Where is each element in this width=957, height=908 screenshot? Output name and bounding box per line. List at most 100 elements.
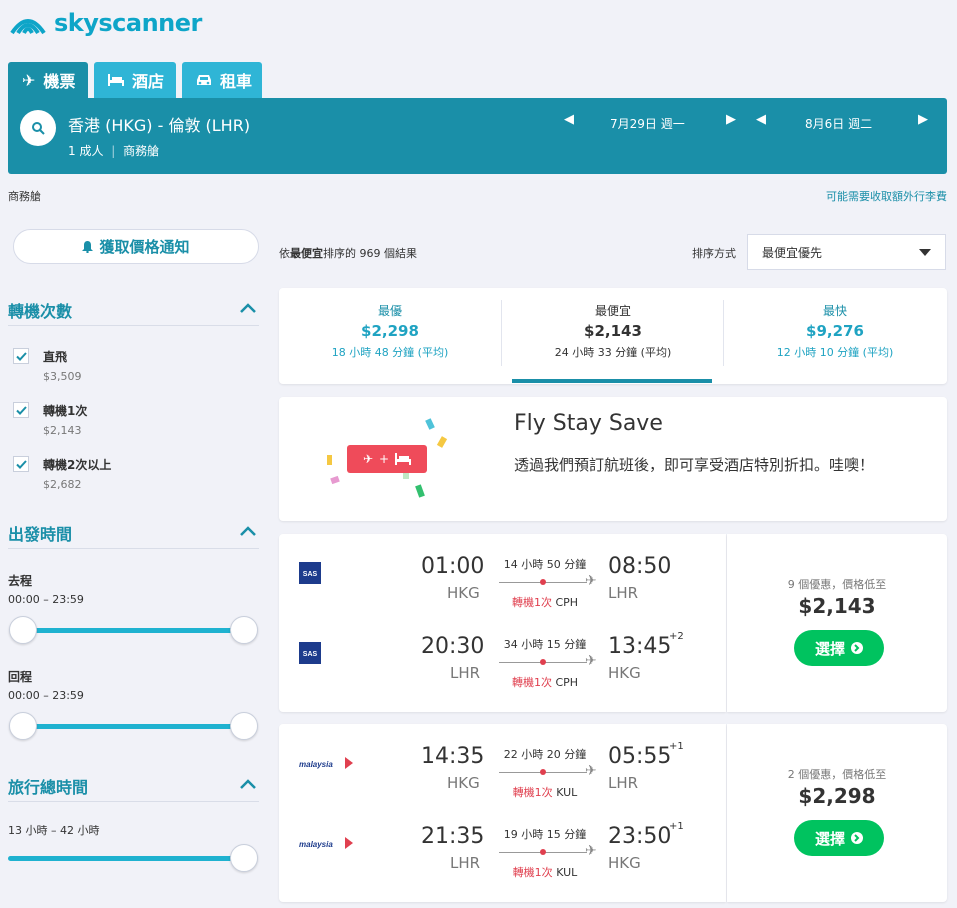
sas-logo-icon: SAS — [299, 642, 321, 664]
via-airport: KUL — [556, 786, 578, 799]
price: $2,143 — [798, 594, 876, 618]
duration-slider-handle[interactable] — [230, 844, 258, 872]
plane-icon: ✈ — [585, 573, 597, 589]
duration-slider-track[interactable] — [8, 856, 244, 861]
return-slider-max-handle[interactable] — [230, 712, 258, 740]
sort-summary-tabs: 最優 $2,298 18 小時 48 分鐘 (平均) 最便宜 $2,143 24… — [279, 288, 947, 384]
airline-logo-sas: SAS — [299, 642, 359, 664]
route-text: 香港 (HKG) - 倫敦 (LHR) — [68, 116, 251, 135]
via-airport: KUL — [556, 866, 578, 879]
arrival-airport: LHR — [608, 774, 639, 792]
depart-prev-arrow[interactable]: ◀ — [564, 112, 574, 128]
direct-checkbox[interactable] — [13, 348, 29, 364]
results-count: 依最便宜排序的 969 個結果 — [279, 245, 417, 261]
outbound-slider-max-handle[interactable] — [230, 616, 258, 644]
search-button[interactable] — [20, 110, 56, 146]
tab-flights[interactable]: ✈ 機票 — [8, 62, 88, 98]
flight-itinerary-card[interactable]: SAS 01:00 HKG 14 小時 50 分鐘 ✈ 轉機1次 CPH 08:… — [279, 534, 726, 712]
select-label: 選擇 — [814, 829, 845, 848]
price: $2,298 — [798, 784, 876, 808]
leg-stops: 轉機1次 KUL — [495, 784, 595, 800]
via-airport: CPH — [555, 676, 579, 689]
return-next-arrow[interactable]: ▶ — [918, 112, 928, 128]
tab-hotels[interactable]: 酒店 — [94, 62, 176, 98]
summary-avg-duration: 18 小時 48 分鐘 (平均) — [331, 346, 449, 359]
return-date[interactable]: 8月6日 週二 — [805, 115, 872, 132]
departure-time: 14:35 — [421, 744, 485, 769]
stops-text: 轉機1次 — [512, 786, 553, 799]
plane-icon: ✈ — [585, 843, 597, 859]
summary-cheapest[interactable]: 最便宜 $2,143 24 小時 33 分鐘 (平均) — [502, 288, 724, 384]
summary-avg-duration: 24 小時 33 分鐘 (平均) — [554, 346, 672, 359]
sas-logo-icon: SAS — [299, 562, 321, 584]
svg-text:malaysia: malaysia — [299, 760, 333, 769]
via-airport: CPH — [555, 596, 579, 609]
summary-best[interactable]: 最優 $2,298 18 小時 48 分鐘 (平均) — [279, 288, 501, 384]
two-plus-stops-checkbox[interactable] — [13, 456, 29, 472]
return-slider-track[interactable] — [22, 724, 244, 729]
arrival-airport: HKG — [608, 664, 641, 682]
logo-text: skyscanner — [54, 9, 202, 37]
deals-count: 9 個優惠，價格低至 — [787, 578, 887, 591]
summary-fastest[interactable]: 最快 $9,276 12 小時 10 分鐘 (平均) — [724, 288, 946, 384]
car-icon — [197, 74, 211, 85]
flight-itinerary-card[interactable]: malaysia 14:35 HKG 22 小時 20 分鐘 ✈ 轉機1次 KU… — [279, 724, 726, 902]
stop-dot — [540, 769, 546, 775]
return-slider-min-handle[interactable] — [9, 712, 37, 740]
tab-car-hire[interactable]: 租車 — [182, 62, 262, 98]
stops-filter-title[interactable]: 轉機次數 — [8, 298, 72, 322]
chevron-up-icon[interactable] — [240, 779, 256, 789]
promo-text: 透過我們預訂航班後，即可享受酒店特別折扣。哇噢！ — [514, 456, 875, 474]
duration-filter-title[interactable]: 旅行總時間 — [8, 774, 88, 798]
skyscanner-logo[interactable]: skyscanner — [8, 8, 202, 38]
baggage-fee-link[interactable]: 可能需要收取額外行李費 — [826, 188, 947, 204]
passengers-text: 1 成人 — [68, 144, 104, 158]
check-icon — [15, 459, 27, 469]
return-prev-arrow[interactable]: ◀ — [756, 112, 766, 128]
tab-label: 機票 — [43, 72, 76, 91]
stop-dot — [540, 849, 546, 855]
check-icon — [15, 351, 27, 361]
outbound-slider-min-handle[interactable] — [9, 616, 37, 644]
leg-duration: 34 小時 15 分鐘 — [503, 638, 587, 651]
direct-label: 直飛 — [43, 350, 68, 364]
outbound-slider-track[interactable] — [22, 628, 244, 633]
return-label: 回程 — [8, 670, 33, 684]
arrival-time: 08:50 — [608, 554, 672, 579]
departure-time-filter-title[interactable]: 出發時間 — [8, 521, 72, 545]
select-button[interactable]: 選擇 — [794, 820, 884, 856]
departure-time: 21:35 — [421, 824, 485, 849]
depart-date[interactable]: 7月29日 週一 — [610, 115, 685, 132]
fly-stay-save-banner[interactable]: ✈ + Fly Stay Save 透過我們預訂航班後，即可享受酒店特別折扣。哇… — [279, 397, 947, 521]
two-plus-stops-label: 轉機2次以上 — [43, 458, 112, 472]
chevron-up-icon[interactable] — [240, 526, 256, 536]
stop-dot — [540, 659, 546, 665]
chevron-up-icon[interactable] — [240, 303, 256, 313]
results-prefix: 依 — [279, 247, 290, 260]
arrow-right-icon — [851, 832, 863, 844]
sort-label: 排序方式 — [692, 247, 736, 260]
depart-next-arrow[interactable]: ▶ — [726, 112, 736, 128]
arrival-airport: HKG — [608, 854, 641, 872]
sort-dropdown[interactable]: 最便宜優先 — [747, 234, 946, 270]
leg-stops: 轉機1次 CPH — [495, 594, 595, 610]
arrival-airport: LHR — [608, 584, 639, 602]
search-summary-bar[interactable]: 香港 (HKG) - 倫敦 (LHR) 1 成人 | 商務艙 ◀ 7月29日 週… — [8, 98, 947, 174]
summary-avg-duration: 12 小時 10 分鐘 (平均) — [776, 346, 894, 359]
summary-label: 最便宜 — [594, 304, 631, 318]
bed-icon — [395, 453, 412, 465]
day-offset: +1 — [669, 741, 684, 752]
outbound-range: 00:00 – 23:59 — [8, 593, 84, 606]
select-button[interactable]: 選擇 — [794, 630, 884, 666]
stops-text: 轉機1次 — [511, 676, 552, 689]
check-icon — [15, 405, 27, 415]
price-panel: 9 個優惠，價格低至 $2,143 選擇 — [727, 534, 947, 712]
one-stop-checkbox[interactable] — [13, 402, 29, 418]
departure-time: 01:00 — [421, 554, 485, 579]
divider — [8, 801, 259, 802]
airline-logo-sas: SAS — [299, 562, 359, 584]
one-stop-price: $2,143 — [43, 424, 82, 437]
arrival-time: 23:50 — [608, 824, 672, 849]
departure-airport: HKG — [447, 774, 480, 792]
price-alert-button[interactable]: 獲取價格通知 — [13, 229, 259, 264]
